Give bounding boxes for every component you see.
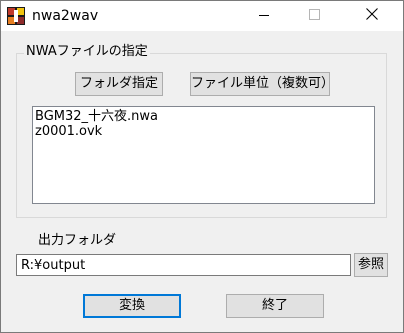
folder-select-button[interactable]: フォルダ指定 bbox=[75, 72, 163, 96]
convert-label: 変換 bbox=[118, 298, 145, 313]
list-item[interactable]: z0001.ovk bbox=[35, 124, 372, 139]
app-icon bbox=[7, 7, 25, 25]
title-bar[interactable]: nwa2wav bbox=[1, 1, 403, 31]
minimize-button[interactable] bbox=[241, 1, 287, 31]
close-icon bbox=[366, 8, 378, 24]
folder-select-label: フォルダ指定 bbox=[79, 76, 158, 91]
file-listbox[interactable]: BGM32_十六夜.nwa z0001.ovk bbox=[32, 106, 375, 204]
maximize-button[interactable] bbox=[291, 1, 337, 31]
main-window: nwa2wav NWAファイルの指定 フォルダ指定 ファイル単位（複数可） BG… bbox=[0, 0, 404, 333]
output-folder-label: 出力フォルダ bbox=[38, 233, 117, 248]
browse-label: 参照 bbox=[357, 257, 384, 272]
nwa-group-label: NWAファイルの指定 bbox=[24, 44, 150, 60]
window-title: nwa2wav bbox=[32, 8, 99, 24]
maximize-icon bbox=[308, 8, 320, 24]
convert-button[interactable]: 変換 bbox=[83, 294, 181, 318]
file-select-button[interactable]: ファイル単位（複数可） bbox=[190, 72, 335, 96]
exit-button[interactable]: 終了 bbox=[226, 294, 324, 318]
list-item[interactable]: BGM32_十六夜.nwa bbox=[35, 109, 372, 124]
browse-button[interactable]: 参照 bbox=[354, 253, 388, 277]
close-button[interactable] bbox=[349, 1, 395, 31]
output-path-input[interactable] bbox=[16, 254, 351, 276]
exit-label: 終了 bbox=[261, 298, 288, 313]
file-select-label: ファイル単位（複数可） bbox=[191, 76, 335, 91]
minimize-icon bbox=[259, 9, 269, 24]
